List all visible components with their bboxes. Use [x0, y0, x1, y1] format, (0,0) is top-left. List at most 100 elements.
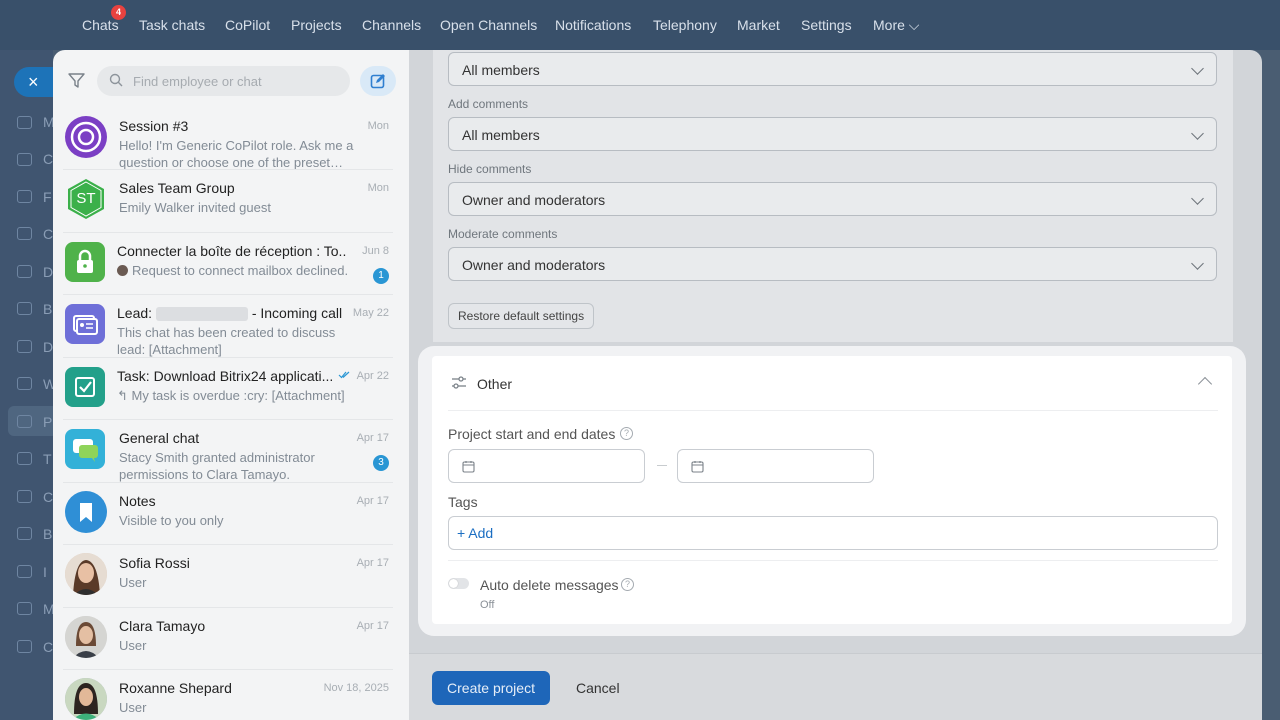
- rail-label[interactable]: F: [43, 189, 52, 205]
- rail-label[interactable]: P: [43, 414, 52, 430]
- nav-projects[interactable]: Projects: [291, 17, 342, 33]
- unread-badge: 3: [373, 455, 389, 471]
- rail-label[interactable]: C: [43, 151, 53, 167]
- chat-title: Clara Tamayo: [119, 618, 206, 634]
- chat-item[interactable]: Clara Tamayo User Apr 17: [53, 608, 409, 670]
- board-icon[interactable]: [17, 302, 32, 315]
- chat-title: Task: Download Bitrix24 applicati...: [117, 368, 334, 384]
- feed-icon[interactable]: [17, 190, 32, 203]
- auto-delete-toggle[interactable]: [448, 578, 469, 589]
- chat-date: Apr 17: [356, 495, 389, 507]
- nav-channels[interactable]: Channels: [362, 17, 421, 33]
- avatar: [65, 367, 105, 407]
- chat-item[interactable]: Roxanne Shepard User Nov 18, 2025: [53, 670, 409, 720]
- nav-settings[interactable]: Settings: [801, 17, 852, 33]
- end-date-field[interactable]: [677, 449, 874, 483]
- close-panel-button[interactable]: ×: [14, 67, 54, 97]
- avatar: [65, 491, 107, 533]
- chat-item[interactable]: Sofia Rossi User Apr 17: [53, 545, 409, 608]
- nav-more[interactable]: More ⌵: [873, 17, 919, 34]
- drive-icon[interactable]: [17, 340, 32, 353]
- moderate-comments-select[interactable]: Owner and moderators: [448, 247, 1217, 281]
- rail-label[interactable]: I: [43, 564, 47, 580]
- tasks-icon[interactable]: [17, 452, 32, 465]
- help-icon[interactable]: ?: [621, 578, 634, 591]
- chat-item[interactable]: Connecter la boîte de réception : To... …: [53, 233, 409, 295]
- new-chat-button[interactable]: [360, 66, 396, 96]
- contact-center-icon[interactable]: [17, 640, 32, 653]
- contact-card-icon: [73, 315, 98, 335]
- avatar: [65, 304, 105, 344]
- sliders-icon: [452, 376, 466, 389]
- rail-label[interactable]: D: [43, 339, 53, 355]
- chat-item[interactable]: Notes Visible to you only Apr 17: [53, 483, 409, 545]
- rail-label[interactable]: C: [43, 639, 53, 655]
- date-range-dash: [657, 465, 667, 466]
- rail-label[interactable]: C: [43, 226, 53, 242]
- calendar-icon[interactable]: [17, 227, 32, 240]
- rail-label[interactable]: C: [43, 489, 53, 505]
- crm-icon[interactable]: [17, 490, 32, 503]
- chat-date: Apr 17: [356, 620, 389, 632]
- add-tag-link[interactable]: + Add: [457, 525, 493, 541]
- chat-item[interactable]: General chat Stacy Smith granted adminis…: [53, 420, 409, 483]
- rail-label[interactable]: D: [43, 264, 53, 280]
- chat-item[interactable]: Task: Download Bitrix24 applicati... ↰ M…: [53, 358, 409, 420]
- rail-label[interactable]: B: [43, 526, 52, 542]
- bookmark-icon: [80, 503, 92, 522]
- avatar: [65, 429, 105, 469]
- field-label: Hide comments: [448, 162, 532, 176]
- chat-item[interactable]: Session #3 Hello! I'm Generic CoPilot ro…: [53, 108, 409, 170]
- select-value: Owner and moderators: [462, 257, 606, 273]
- create-project-button[interactable]: Create project: [432, 671, 550, 705]
- divider: [448, 560, 1218, 561]
- form-footer: Create project Cancel: [409, 653, 1262, 720]
- avatar: [65, 553, 107, 595]
- copilot-icon[interactable]: [17, 153, 32, 166]
- start-date-field[interactable]: [448, 449, 645, 483]
- avatar: ST: [65, 178, 107, 220]
- task-icon: [75, 377, 95, 397]
- nav-market[interactable]: Market: [737, 17, 780, 33]
- tags-field[interactable]: + Add: [448, 516, 1218, 550]
- nav-notifications[interactable]: Notifications: [555, 17, 631, 33]
- cancel-button[interactable]: Cancel: [576, 680, 620, 696]
- chat-icon[interactable]: [17, 116, 32, 129]
- search-input[interactable]: [133, 71, 333, 91]
- nav-chats[interactable]: Chats: [82, 17, 119, 33]
- chat-item[interactable]: Lead: - Incoming call This chat has been…: [53, 295, 409, 358]
- rail-label[interactable]: T: [43, 451, 52, 467]
- nav-open-channels[interactable]: Open Channels: [440, 17, 537, 33]
- other-section: Other Project start and end dates ? Tags: [432, 356, 1232, 624]
- document-icon[interactable]: [17, 265, 32, 278]
- rail-label[interactable]: B: [43, 301, 52, 317]
- search-box[interactable]: [97, 66, 350, 96]
- permission-select[interactable]: All members: [448, 52, 1217, 86]
- filter-icon[interactable]: [68, 72, 85, 89]
- inventory-icon[interactable]: [17, 565, 32, 578]
- chat-preview: Stacy Smith granted administrator permis…: [119, 450, 315, 482]
- marketing-icon[interactable]: [17, 602, 32, 615]
- chevron-down-icon: [1191, 257, 1204, 270]
- chat-title: Sofia Rossi: [119, 555, 190, 571]
- field-label: Moderate comments: [448, 227, 558, 241]
- add-comments-select[interactable]: All members: [448, 117, 1217, 151]
- other-section-header[interactable]: Other: [432, 356, 1232, 411]
- restore-defaults-button[interactable]: Restore default settings: [448, 303, 595, 329]
- chat-item[interactable]: ST Sales Team Group Emily Walker invited…: [53, 170, 409, 233]
- chat-title: Sales Team Group: [119, 180, 235, 196]
- compose-icon: [370, 74, 385, 89]
- projects-icon[interactable]: [17, 415, 32, 428]
- help-icon[interactable]: ?: [620, 427, 633, 440]
- chat-preview-text: Request to connect mailbox declined.: [132, 263, 349, 278]
- chats-count-badge: 4: [111, 5, 126, 20]
- sender-avatar: [117, 265, 128, 276]
- nav-task-chats[interactable]: Task chats: [139, 17, 205, 33]
- hide-comments-select[interactable]: Owner and moderators: [448, 182, 1217, 216]
- mail-icon[interactable]: [17, 377, 32, 390]
- chat-date: Apr 17: [356, 557, 389, 569]
- booking-icon[interactable]: [17, 527, 32, 540]
- chevron-up-icon[interactable]: [1197, 376, 1213, 392]
- nav-copilot[interactable]: CoPilot: [225, 17, 270, 33]
- nav-telephony[interactable]: Telephony: [653, 17, 717, 33]
